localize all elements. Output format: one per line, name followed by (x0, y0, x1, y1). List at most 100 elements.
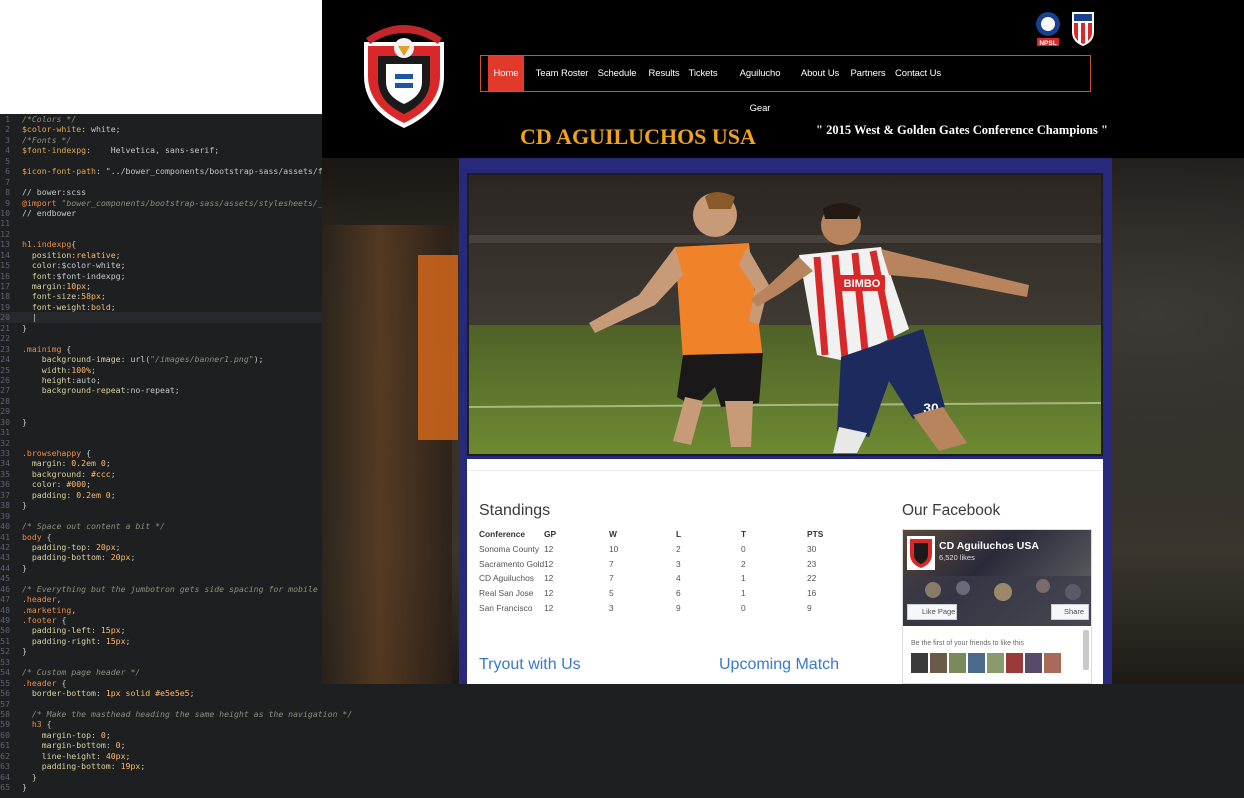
code-token: ; (91, 364, 96, 375)
line-number: 2 (5, 124, 10, 135)
code-token: .header (22, 594, 57, 605)
code-line[interactable]: 61 margin-bottom: 0; (0, 740, 1244, 750)
code-line[interactable]: 57 (0, 699, 1244, 709)
code-token: ; (130, 552, 136, 563)
code-token: : (66, 489, 77, 500)
standings-column-header: L (676, 529, 682, 539)
code-token: // endbower (22, 207, 77, 218)
code-token: $icon-font-path (22, 166, 96, 177)
line-number: 41 (0, 531, 10, 542)
line-number: 62 (0, 750, 10, 761)
nav-item-aguilucho-gear[interactable]: Aguilucho Gear (728, 56, 792, 114)
line-number: 13 (0, 239, 10, 250)
standings-table: Conference GP W L T PTS Sonoma County 12 10 2 0 30 S… (479, 529, 849, 618)
line-number: 4 (5, 145, 10, 156)
code-token: 0.2em 0 (76, 489, 111, 500)
code-token: border-bottom (22, 688, 96, 699)
main-content: Standings Conference GP W L T PTS Sonoma Count… (467, 459, 1103, 684)
hero-image: BIMBO 30 (467, 173, 1103, 456)
code-token: margin-top (22, 729, 92, 740)
code-token: 58px (81, 291, 101, 302)
code-token: : (95, 750, 106, 761)
code-token: color (22, 260, 57, 271)
code-token: : (110, 761, 121, 772)
facebook-like-button[interactable]: Like Page (907, 604, 957, 620)
code-token: padding-right (22, 635, 96, 646)
tryout-link[interactable]: Tryout with Us (479, 656, 581, 674)
code-token: 0.2em 0 (71, 458, 106, 469)
code-line[interactable]: 59 h3 { (0, 719, 1244, 729)
standings-column-header: W (609, 529, 617, 539)
code-token: : (56, 479, 67, 490)
line-number: 8 (5, 187, 10, 198)
code-line[interactable]: 63 padding-bottom: 19px; (0, 761, 1244, 771)
code-token: h3 (22, 719, 42, 730)
code-token: .footer (22, 615, 57, 625)
line-number: 64 (0, 771, 10, 782)
hero-jersey-sponsor: BIMBO (844, 278, 881, 290)
line-number: 53 (0, 656, 10, 667)
line-number: 18 (0, 291, 10, 302)
standings-row: CD Aguiluchos 12 7 4 1 22 (479, 573, 849, 588)
nav-item-home[interactable]: Home (488, 56, 524, 91)
code-token: : (95, 635, 106, 646)
nav-item-tickets[interactable]: Tickets (687, 56, 719, 91)
line-number: 55 (0, 677, 10, 688)
standings-row: Sacramento Gold 12 7 3 2 23 (479, 559, 849, 574)
code-token: margin (22, 281, 62, 291)
facebook-title: Our Facebook (902, 502, 1001, 519)
standings-cell: 12 (544, 543, 554, 554)
code-line[interactable]: 60 margin-top: 0; (0, 730, 1244, 740)
facebook-widget[interactable]: CD Aguiluchos USA 6,520 likes Like Page … (902, 529, 1092, 684)
line-number: 27 (0, 385, 10, 396)
line-number: 14 (0, 249, 10, 260)
code-line[interactable]: 58 /* Make the masthead heading the same… (0, 709, 1244, 719)
code-token: } (22, 782, 27, 792)
code-token: , (71, 604, 77, 615)
standings-cell: 12 (544, 588, 554, 599)
code-token: : url( (120, 354, 151, 365)
line-number: 3 (5, 134, 10, 145)
code-token: :$color-white; (56, 260, 126, 271)
line-number: 51 (0, 635, 10, 646)
code-token: } (22, 562, 27, 573)
nav-item-results[interactable]: Results (648, 56, 680, 91)
line-number: 49 (0, 615, 10, 625)
standings-cell: 3 (609, 602, 614, 613)
site-tagline: " 2015 West & Golden Gates Conference Ch… (816, 123, 1108, 137)
standings-cell: 23 (807, 558, 817, 569)
facebook-page-name[interactable]: CD Aguiluchos USA (939, 540, 1039, 552)
line-number: 54 (0, 667, 10, 678)
line-number: 7 (5, 176, 10, 187)
standings-cell: 7 (609, 573, 614, 584)
code-line[interactable]: 56 border-bottom: 1px solid #e5e5e5; (0, 688, 1244, 698)
standings-cell: 30 (807, 543, 817, 554)
nav-item-about-us[interactable]: About Us (799, 56, 841, 91)
line-number: 28 (0, 395, 10, 406)
upcoming-match-link[interactable]: Upcoming Match (719, 656, 839, 674)
line-number: 20 (0, 312, 10, 323)
code-line[interactable]: 65} (0, 782, 1244, 792)
facebook-scrollbar[interactable] (1083, 630, 1089, 670)
standings-cell: 12 (544, 558, 554, 569)
standings-cell: Sonoma County (479, 543, 540, 554)
club-logo[interactable] (358, 18, 450, 130)
standings-cell: 0 (741, 543, 746, 554)
facebook-share-button[interactable]: Share (1051, 604, 1089, 620)
code-token: /* Custom page header */ (22, 667, 141, 678)
code-token: background (22, 468, 82, 479)
code-line[interactable]: 64 } (0, 772, 1244, 782)
standings-cell: 3 (676, 558, 681, 569)
code-token: font-weight (22, 301, 87, 312)
code-token: /*Colors */ (22, 114, 77, 124)
line-number: 58 (0, 708, 10, 719)
nav-item-contact-us[interactable]: Contact Us (894, 56, 942, 91)
nav-item-team-roster[interactable]: Team Roster (534, 56, 590, 91)
code-token: .mainimg (22, 343, 62, 354)
code-line[interactable]: 62 line-height: 40px; (0, 751, 1244, 761)
nav-item-schedule[interactable]: Schedule (596, 56, 638, 91)
code-token: 19px (120, 761, 141, 772)
code-token: ; (125, 635, 131, 646)
nav-item-partners[interactable]: Partners (849, 56, 887, 91)
code-token: : white; (81, 124, 121, 135)
